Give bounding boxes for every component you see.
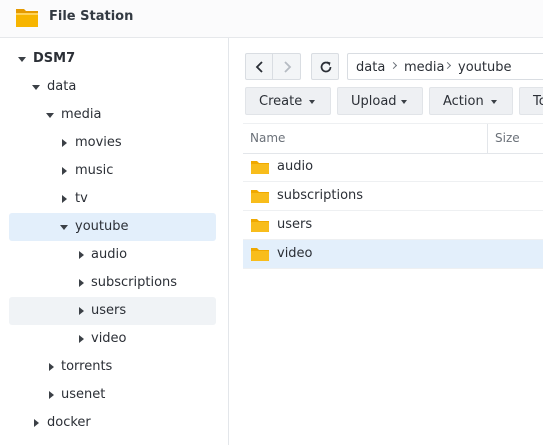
breadcrumb-youtube[interactable]: youtube <box>458 60 511 75</box>
forward-button[interactable] <box>273 53 301 80</box>
main-panel: data media youtube Create Upload Action … <box>229 38 543 445</box>
caret-right-icon[interactable] <box>79 279 84 287</box>
tree-item-youtube[interactable]: youtube <box>9 213 216 241</box>
caret-right-icon[interactable] <box>49 391 54 399</box>
caret-right-icon[interactable] <box>62 195 67 203</box>
column-header-name[interactable]: Name <box>250 131 285 145</box>
tree-item-music[interactable]: music <box>9 157 216 185</box>
upload-button[interactable]: Upload <box>337 87 423 115</box>
breadcrumb-separator-icon <box>443 61 452 70</box>
tree-item-movies[interactable]: movies <box>9 129 216 157</box>
folder-icon <box>251 161 269 174</box>
title-bar: File Station <box>0 0 543 38</box>
refresh-icon <box>320 61 332 73</box>
file-list-header: Name Size <box>243 123 543 154</box>
caret-right-icon[interactable] <box>62 139 67 147</box>
tree-item-video[interactable]: video <box>9 325 216 353</box>
tree-item-data[interactable]: data <box>9 73 216 101</box>
file-row-subscriptions[interactable]: subscriptions <box>243 182 543 211</box>
caret-right-icon[interactable] <box>79 251 84 259</box>
tree-item-users[interactable]: users <box>9 297 216 325</box>
tree-item-dsm7[interactable]: DSM7 <box>9 45 216 73</box>
file-row-users[interactable]: users <box>243 211 543 240</box>
file-row-audio[interactable]: audio <box>243 153 543 182</box>
caret-right-icon[interactable] <box>34 419 39 427</box>
file-station-app-icon <box>16 9 38 27</box>
caret-down-icon[interactable] <box>18 57 26 62</box>
chevron-right-icon <box>284 61 292 73</box>
tree-item-subscriptions[interactable]: subscriptions <box>9 269 216 297</box>
file-row-video[interactable]: video <box>243 240 543 269</box>
navigation-bar: data media youtube Create Upload Action … <box>229 38 543 122</box>
breadcrumb-media[interactable]: media <box>404 60 445 75</box>
tree-item-docker[interactable]: docker <box>9 409 216 437</box>
breadcrumb-data[interactable]: data <box>356 60 385 75</box>
tree-item-media[interactable]: media <box>9 101 216 129</box>
caret-right-icon[interactable] <box>62 167 67 175</box>
action-button[interactable]: Action <box>429 87 513 115</box>
refresh-button[interactable] <box>311 53 339 80</box>
dropdown-caret-icon <box>401 100 407 104</box>
column-header-size[interactable]: Size <box>495 131 520 145</box>
folder-icon <box>251 190 269 203</box>
caret-down-icon[interactable] <box>32 85 40 90</box>
tree-item-audio[interactable]: audio <box>9 241 216 269</box>
create-button[interactable]: Create <box>245 87 331 115</box>
caret-right-icon[interactable] <box>79 307 84 315</box>
chevron-left-icon <box>255 61 263 73</box>
dropdown-caret-icon <box>309 100 315 104</box>
caret-right-icon[interactable] <box>79 335 84 343</box>
app-title: File Station <box>49 9 134 24</box>
dropdown-caret-icon <box>491 100 497 104</box>
breadcrumb-separator-icon <box>389 61 398 70</box>
back-button[interactable] <box>245 53 273 80</box>
caret-right-icon[interactable] <box>49 363 54 371</box>
folder-tree: DSM7 data media movies music tv youtube … <box>0 38 229 445</box>
column-divider[interactable] <box>487 124 488 153</box>
caret-down-icon[interactable] <box>60 225 68 230</box>
tree-item-tv[interactable]: tv <box>9 185 216 213</box>
caret-down-icon[interactable] <box>46 113 54 118</box>
folder-icon <box>251 248 269 261</box>
path-breadcrumb[interactable]: data media youtube <box>347 53 543 80</box>
tree-item-usenet[interactable]: usenet <box>9 381 216 409</box>
tools-button[interactable]: To <box>519 87 543 115</box>
tree-item-torrents[interactable]: torrents <box>9 353 216 381</box>
folder-icon <box>251 219 269 232</box>
